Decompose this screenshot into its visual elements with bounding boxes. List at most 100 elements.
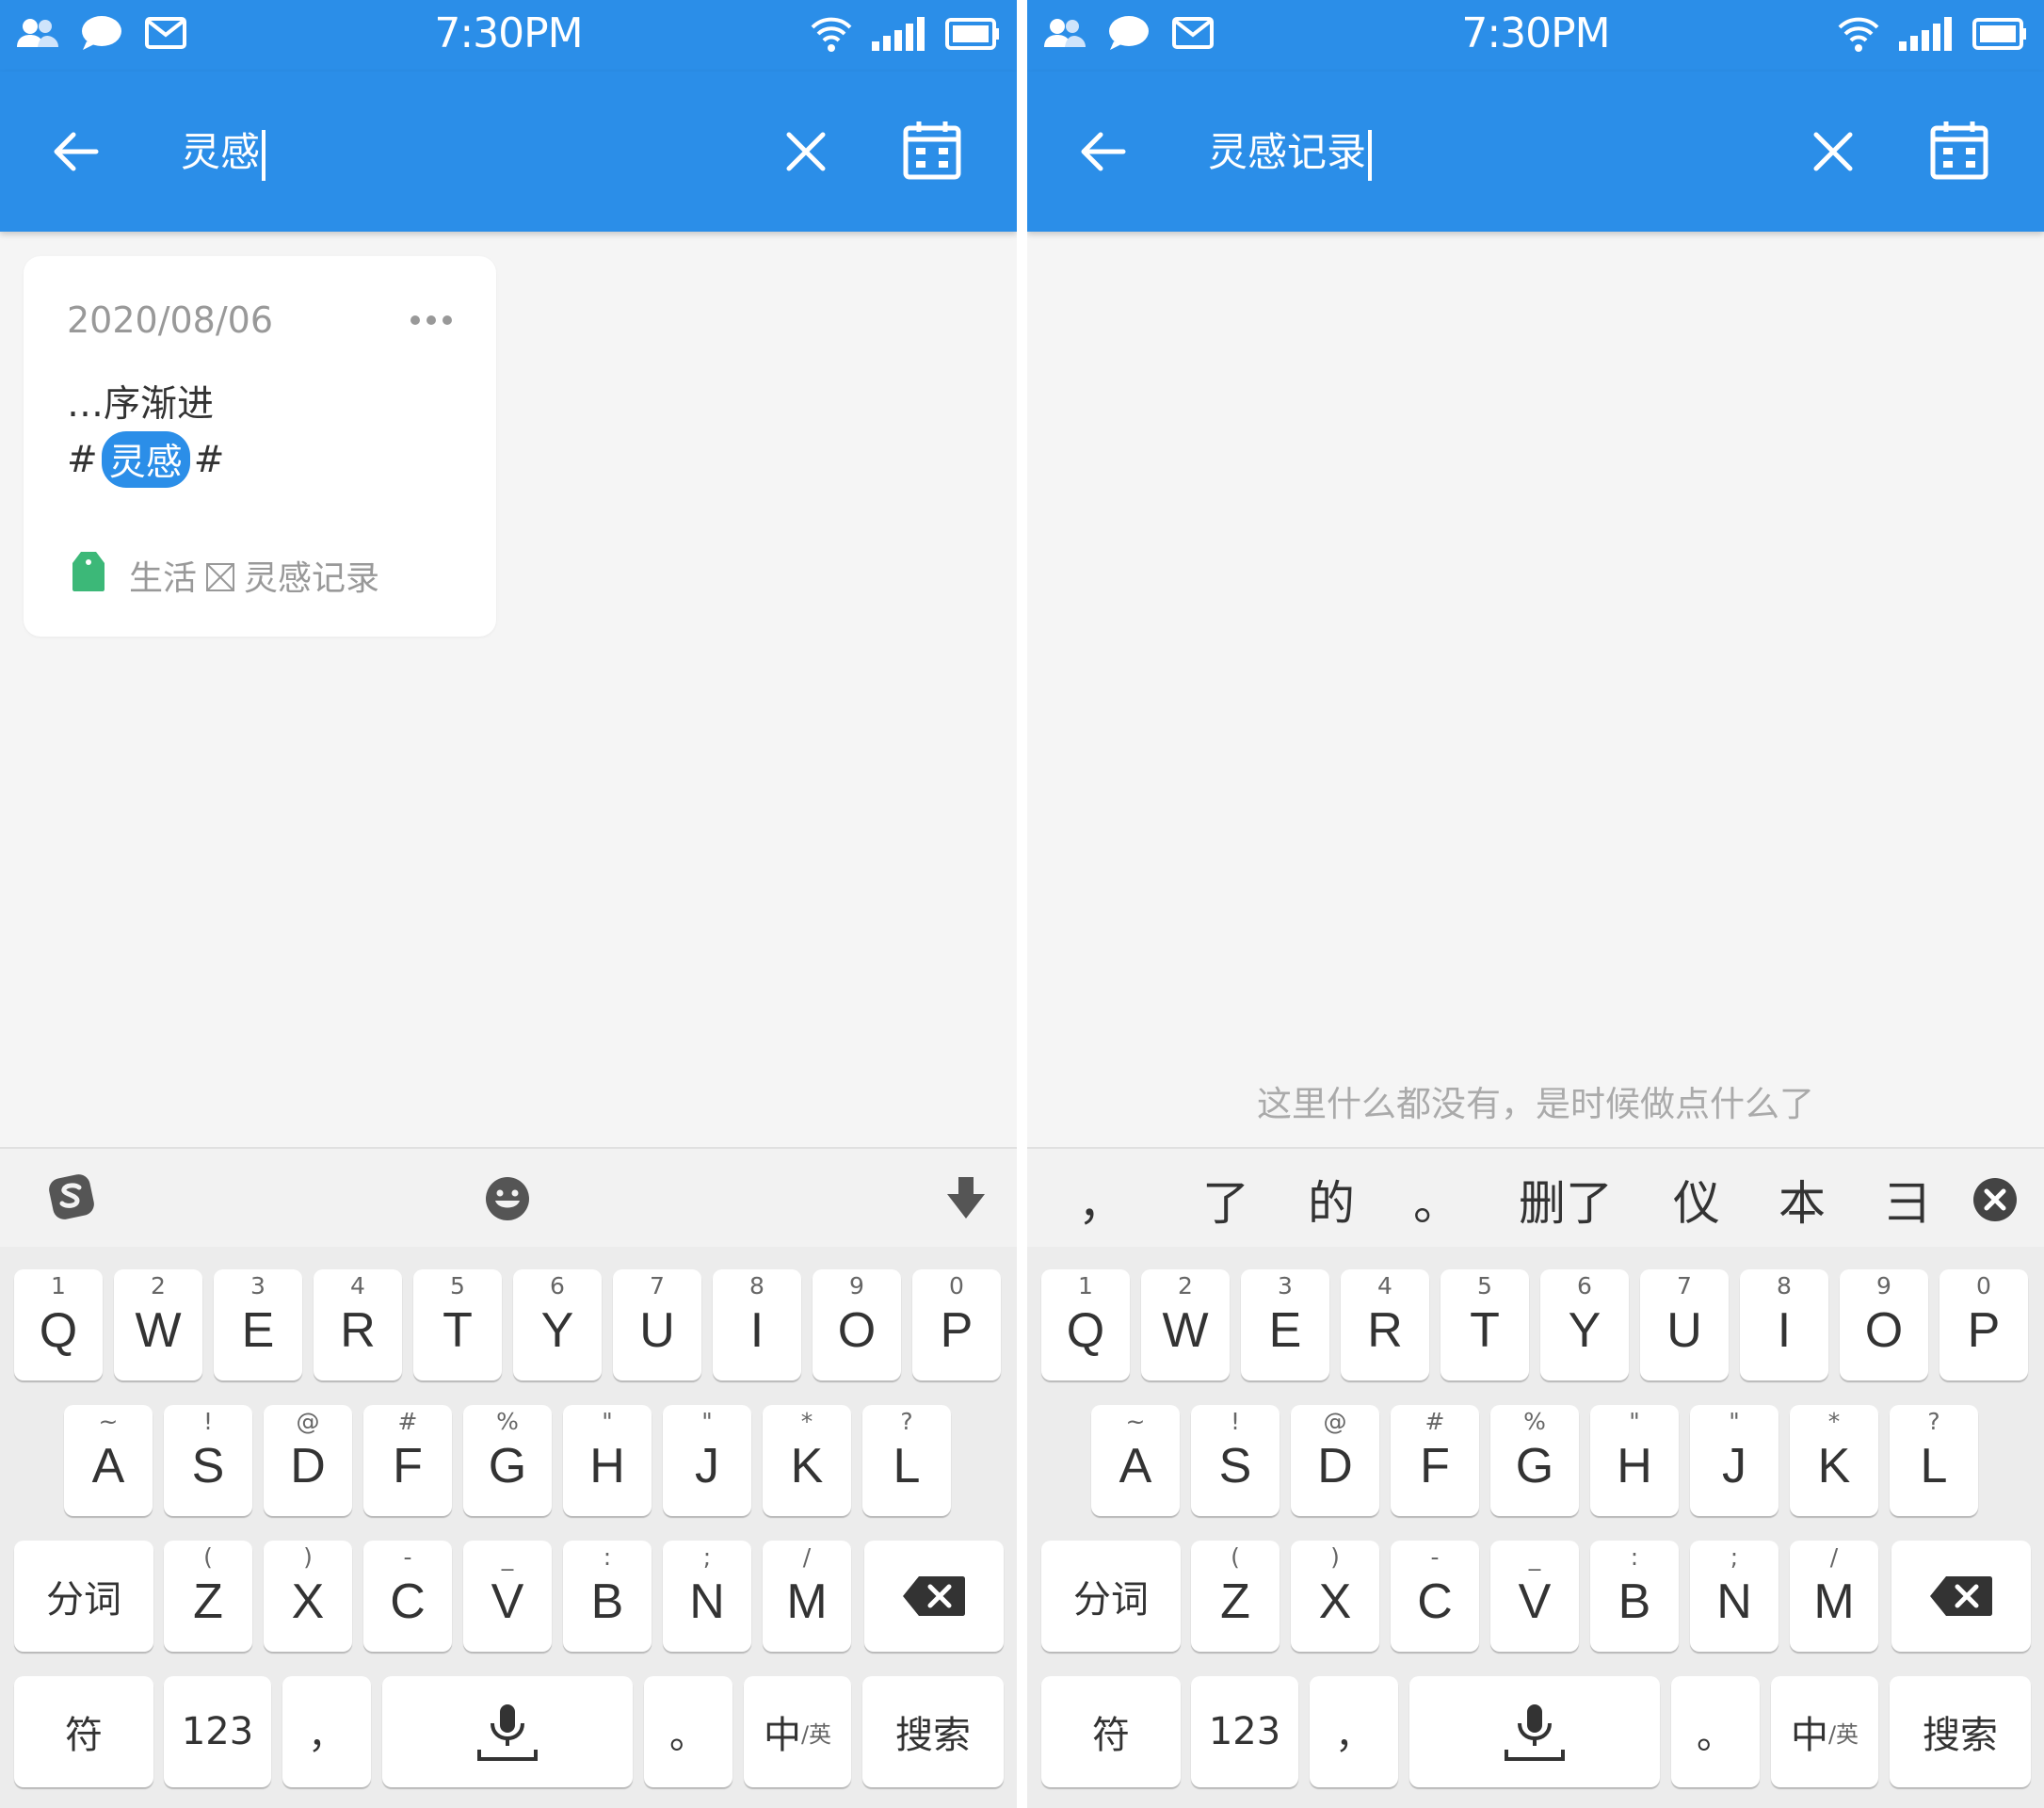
key-r[interactable]: 4R bbox=[314, 1269, 402, 1380]
key-y[interactable]: 6Y bbox=[513, 1269, 602, 1380]
symbol-key[interactable]: 符 bbox=[14, 1676, 153, 1787]
key-u[interactable]: 7U bbox=[1640, 1269, 1729, 1380]
key-w[interactable]: 2W bbox=[114, 1269, 202, 1380]
key-g[interactable]: % G bbox=[1490, 1405, 1579, 1516]
key-p[interactable]: 0P bbox=[912, 1269, 1001, 1380]
candidate-item[interactable]: ， bbox=[1078, 1166, 1125, 1234]
lang-sub-text: /英 bbox=[800, 1720, 832, 1748]
key-g[interactable]: % G bbox=[463, 1405, 552, 1516]
key-label: C bbox=[1417, 1574, 1453, 1629]
key-e[interactable]: 3E bbox=[214, 1269, 302, 1380]
search-input[interactable]: 灵感记录 bbox=[1208, 124, 1373, 181]
key-j[interactable]: " J bbox=[663, 1405, 751, 1516]
comma-key[interactable]: ， bbox=[282, 1676, 371, 1787]
period-key[interactable]: 。 bbox=[1671, 1676, 1760, 1787]
language-switch-key[interactable]: 中/英 bbox=[744, 1676, 851, 1787]
search-input[interactable]: 灵感 bbox=[181, 124, 266, 181]
key-u[interactable]: 7U bbox=[613, 1269, 701, 1380]
symbol-key[interactable]: 符 bbox=[1041, 1676, 1181, 1787]
key-l[interactable]: ? L bbox=[862, 1405, 951, 1516]
candidate-item[interactable]: 彐 bbox=[1884, 1166, 1931, 1234]
key-v[interactable]: _ V bbox=[1490, 1541, 1579, 1652]
key-q[interactable]: 1Q bbox=[1041, 1269, 1130, 1380]
key-o[interactable]: 9O bbox=[813, 1269, 901, 1380]
key-t[interactable]: 5T bbox=[1440, 1269, 1529, 1380]
wifi-icon bbox=[1837, 15, 1880, 53]
candidate-item[interactable]: 本 bbox=[1778, 1166, 1826, 1234]
key-alt-label: 4 bbox=[1377, 1272, 1392, 1300]
backspace-key[interactable] bbox=[1891, 1541, 2031, 1652]
key-c[interactable]: -C bbox=[363, 1541, 452, 1652]
search-key[interactable]: 搜索 bbox=[862, 1676, 1004, 1787]
key-x[interactable]: ) X bbox=[1291, 1541, 1379, 1652]
candidate-item[interactable]: 了 bbox=[1202, 1166, 1249, 1234]
key-z[interactable]: (Z bbox=[1191, 1541, 1280, 1652]
hide-keyboard-icon[interactable] bbox=[945, 1175, 987, 1224]
key-f[interactable]: # F bbox=[363, 1405, 452, 1516]
note-card[interactable]: 2020/08/06 …序渐进 # 灵感 # 生活 灵感记录 bbox=[24, 256, 496, 637]
key-label: L bbox=[1920, 1439, 1948, 1493]
key-d[interactable]: @ D bbox=[264, 1405, 352, 1516]
key-m[interactable]: / M bbox=[1790, 1541, 1878, 1652]
search-key[interactable]: 搜索 bbox=[1890, 1676, 2031, 1787]
key-v[interactable]: _ V bbox=[463, 1541, 552, 1652]
key-r[interactable]: 4R bbox=[1341, 1269, 1429, 1380]
key-b[interactable]: :B bbox=[563, 1541, 652, 1652]
key-y[interactable]: 6Y bbox=[1540, 1269, 1629, 1380]
calendar-icon[interactable] bbox=[900, 119, 964, 183]
key-i[interactable]: 8I bbox=[713, 1269, 801, 1380]
battery-icon bbox=[945, 18, 1000, 50]
key-q[interactable]: 1Q bbox=[14, 1269, 103, 1380]
candidate-item[interactable]: 删了 bbox=[1519, 1166, 1613, 1234]
key-k[interactable]: * K bbox=[1790, 1405, 1878, 1516]
key-alt-label: 9 bbox=[1876, 1272, 1891, 1300]
key-e[interactable]: 3E bbox=[1241, 1269, 1329, 1380]
number-key[interactable]: 123 bbox=[1191, 1676, 1298, 1787]
segment-key[interactable]: 分词 bbox=[1041, 1541, 1181, 1652]
back-arrow-icon[interactable] bbox=[47, 123, 104, 180]
number-key-text: 123 bbox=[181, 1710, 254, 1753]
key-n[interactable]: ; N bbox=[663, 1541, 751, 1652]
key-a[interactable]: ~ A bbox=[1091, 1405, 1180, 1516]
close-candidates-icon[interactable] bbox=[1972, 1177, 2018, 1226]
language-switch-key[interactable]: 中/英 bbox=[1771, 1676, 1878, 1787]
key-f[interactable]: # F bbox=[1391, 1405, 1479, 1516]
key-i[interactable]: 8I bbox=[1740, 1269, 1828, 1380]
space-key[interactable] bbox=[382, 1676, 633, 1787]
key-t[interactable]: 5T bbox=[413, 1269, 502, 1380]
key-m[interactable]: / M bbox=[763, 1541, 851, 1652]
key-d[interactable]: @ D bbox=[1291, 1405, 1379, 1516]
space-key[interactable] bbox=[1409, 1676, 1660, 1787]
segment-key[interactable]: 分词 bbox=[14, 1541, 153, 1652]
candidate-item[interactable]: 。 bbox=[1413, 1166, 1460, 1234]
candidate-item[interactable]: 的 bbox=[1308, 1166, 1355, 1234]
key-c[interactable]: -C bbox=[1391, 1541, 1479, 1652]
key-l[interactable]: ? L bbox=[1890, 1405, 1978, 1516]
key-n[interactable]: ; N bbox=[1690, 1541, 1778, 1652]
key-z[interactable]: (Z bbox=[164, 1541, 252, 1652]
number-key[interactable]: 123 bbox=[164, 1676, 271, 1787]
back-arrow-icon[interactable] bbox=[1074, 123, 1131, 180]
clear-icon[interactable] bbox=[1805, 123, 1861, 180]
key-s[interactable]: ! S bbox=[1191, 1405, 1280, 1516]
sogou-logo-icon[interactable] bbox=[47, 1172, 96, 1225]
clear-icon[interactable] bbox=[778, 123, 834, 180]
key-o[interactable]: 9O bbox=[1840, 1269, 1928, 1380]
key-a[interactable]: ~ A bbox=[64, 1405, 153, 1516]
key-p[interactable]: 0P bbox=[1939, 1269, 2028, 1380]
more-options-icon[interactable] bbox=[408, 311, 455, 330]
key-j[interactable]: " J bbox=[1690, 1405, 1778, 1516]
candidate-item[interactable]: 仪 bbox=[1673, 1166, 1720, 1234]
key-h[interactable]: " H bbox=[563, 1405, 652, 1516]
backspace-key[interactable] bbox=[864, 1541, 1004, 1652]
key-x[interactable]: ) X bbox=[264, 1541, 352, 1652]
emoji-icon[interactable] bbox=[484, 1175, 531, 1226]
key-h[interactable]: " H bbox=[1590, 1405, 1679, 1516]
period-key[interactable]: 。 bbox=[644, 1676, 732, 1787]
key-s[interactable]: ! S bbox=[164, 1405, 252, 1516]
calendar-icon[interactable] bbox=[1927, 119, 1991, 183]
key-b[interactable]: :B bbox=[1590, 1541, 1679, 1652]
key-w[interactable]: 2W bbox=[1141, 1269, 1230, 1380]
comma-key[interactable]: ， bbox=[1310, 1676, 1398, 1787]
key-k[interactable]: * K bbox=[763, 1405, 851, 1516]
